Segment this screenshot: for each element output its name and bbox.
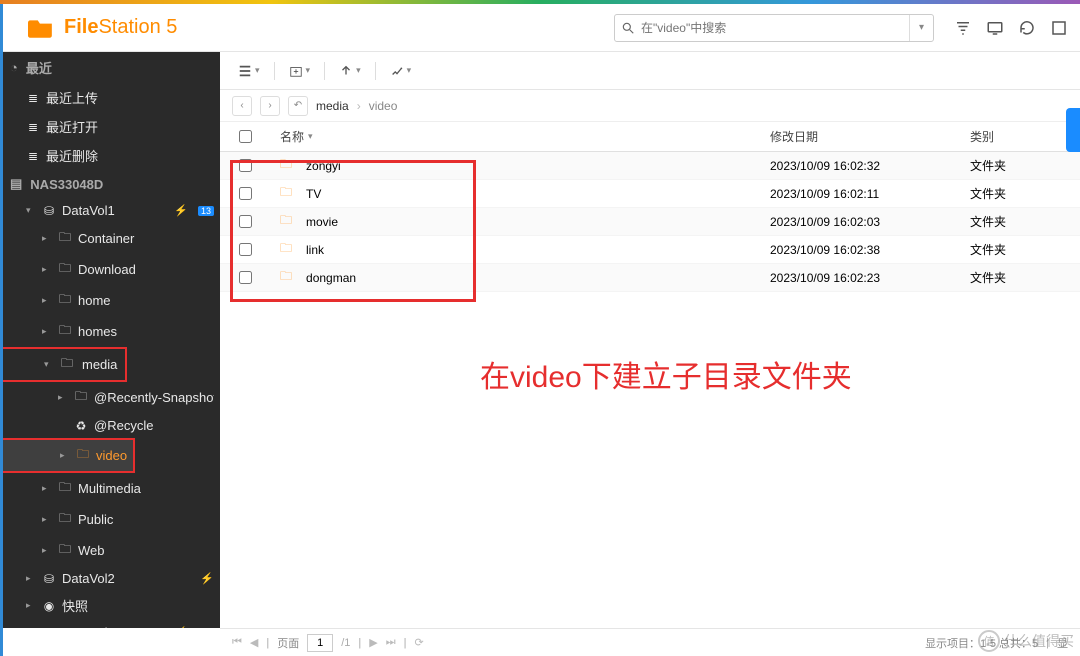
column-type[interactable]: 类别 (970, 128, 1080, 145)
file-name: movie (306, 215, 338, 229)
row-checkbox[interactable] (239, 271, 252, 284)
file-type: 文件夹 (970, 185, 1080, 202)
header-bar: FileStation 5 ▾ (0, 4, 1080, 52)
file-date: 2023/10/09 16:02:03 (770, 215, 970, 229)
file-type: 文件夹 (970, 269, 1080, 286)
search-input[interactable] (641, 21, 909, 35)
sidebar-item-homes[interactable]: ▸🗀homes (0, 316, 220, 347)
sidebar-item-home[interactable]: ▸🗀home (0, 285, 220, 316)
sidebar-item-recent-open[interactable]: ≣最近打开 (0, 112, 220, 141)
breadcrumb-root[interactable]: media (316, 99, 349, 113)
breadcrumb-current: video (369, 99, 398, 113)
file-type: 文件夹 (970, 213, 1080, 230)
row-checkbox[interactable] (239, 215, 252, 228)
select-all-checkbox[interactable] (239, 130, 252, 143)
table-row[interactable]: 🗀 dongman 2023/10/09 16:02:23 文件夹 (220, 264, 1080, 292)
sidebar-item-multimedia[interactable]: ▸🗀Multimedia (0, 473, 220, 504)
column-name[interactable]: 名称▾ (270, 128, 770, 145)
sidebar: ◔最近 ≣最近上传 ≣最近打开 ≣最近删除 ▤NAS33048D ▾⛁DataV… (0, 52, 220, 628)
page-next-button[interactable]: ▶ (369, 636, 377, 649)
window-left-accent (0, 4, 3, 656)
file-rows: 🗀 zongyi 2023/10/09 16:02:32 文件夹 🗀 TV 2023… (220, 152, 1080, 292)
column-date[interactable]: 修改日期 (770, 128, 970, 145)
table-row[interactable]: 🗀 TV 2023/10/09 16:02:11 文件夹 (220, 180, 1080, 208)
sidebar-item-public[interactable]: ▸🗀Public (0, 504, 220, 535)
sidebar-item-container[interactable]: ▸🗀Container (0, 223, 220, 254)
filter-icon[interactable] (954, 19, 972, 37)
folder-logo-icon (28, 17, 54, 39)
sidebar-item-datavol3[interactable]: ▸⛁DataVol3⚡13 (0, 620, 220, 628)
settings-icon[interactable] (1050, 19, 1068, 37)
file-date: 2023/10/09 16:02:38 (770, 243, 970, 257)
file-name: zongyi (306, 159, 341, 173)
folder-icon: 🗀 (280, 183, 292, 204)
page-input[interactable] (307, 634, 333, 652)
breadcrumb-bar: ‹ › ↶ media › video (220, 90, 1080, 122)
file-date: 2023/10/09 16:02:23 (770, 271, 970, 285)
sidebar-item-snapshot[interactable]: ▸◉快照 (0, 591, 220, 620)
side-panel-tab[interactable] (1066, 108, 1080, 152)
file-type: 文件夹 (970, 157, 1080, 174)
display-icon[interactable] (986, 19, 1004, 37)
page-refresh-button[interactable]: ⟳ (415, 636, 424, 649)
toolbar: ▾ ▾ ▾ ▾ (220, 52, 1080, 90)
row-checkbox[interactable] (239, 243, 252, 256)
sidebar-item-web[interactable]: ▸🗀Web (0, 535, 220, 566)
file-type: 文件夹 (970, 241, 1080, 258)
file-date: 2023/10/09 16:02:32 (770, 159, 970, 173)
sidebar-item-download[interactable]: ▸🗀Download (0, 254, 220, 285)
content-area: ▾ ▾ ▾ ▾ ‹ › ↶ media › video 名称▾ 修改日期 类别 … (220, 52, 1080, 628)
more-actions-button[interactable]: ▾ (384, 60, 418, 82)
view-mode-button[interactable]: ▾ (232, 60, 266, 82)
app-logo: FileStation 5 (28, 16, 177, 39)
file-name: TV (306, 187, 321, 201)
file-name: link (306, 243, 324, 257)
watermark-icon: 值 (978, 630, 1000, 652)
sidebar-item-recent-upload[interactable]: ≣最近上传 (0, 83, 220, 112)
sidebar-item-video[interactable]: ▸🗀video (0, 438, 135, 473)
page-label: 页面 (277, 635, 299, 651)
search-icon (615, 21, 641, 35)
watermark: 值 什么值得买 (978, 630, 1074, 652)
nav-back-button[interactable]: ‹ (232, 96, 252, 116)
footer-bar: ⏮ ◀ | 页面 /1 | ▶ ⏭ | ⟳ 显示项目：1-5 总共：5 | 显 (220, 628, 1080, 656)
sidebar-item-recently-snapshot[interactable]: ▸🗀@Recently-Snapshot (0, 382, 220, 413)
page-prev-button[interactable]: ◀ (250, 636, 258, 649)
sidebar-item-datavol1[interactable]: ▾⛁DataVol1⚡13 (0, 198, 220, 223)
folder-icon: 🗀 (280, 155, 292, 176)
folder-icon: 🗀 (280, 239, 292, 260)
table-row[interactable]: 🗀 link 2023/10/09 16:02:38 文件夹 (220, 236, 1080, 264)
table-row[interactable]: 🗀 movie 2023/10/09 16:02:03 文件夹 (220, 208, 1080, 236)
app-title: FileStation 5 (64, 16, 177, 39)
row-checkbox[interactable] (239, 159, 252, 172)
chevron-right-icon: › (357, 99, 361, 113)
annotation-text: 在video下建立子目录文件夹 (480, 352, 852, 396)
create-button[interactable]: ▾ (283, 60, 317, 82)
sidebar-group-nas: ▤NAS33048D (0, 170, 220, 198)
upload-button[interactable]: ▾ (333, 60, 367, 82)
nav-up-button[interactable]: ↶ (288, 96, 308, 116)
sidebar-item-recycle[interactable]: ♻@Recycle (0, 413, 220, 438)
search-dropdown[interactable]: ▾ (909, 15, 933, 41)
sidebar-item-recent-delete[interactable]: ≣最近删除 (0, 141, 220, 170)
page-first-button[interactable]: ⏮ (232, 636, 242, 649)
folder-icon: 🗀 (280, 267, 292, 288)
row-checkbox[interactable] (239, 187, 252, 200)
folder-icon: 🗀 (280, 211, 292, 232)
file-date: 2023/10/09 16:02:11 (770, 187, 970, 201)
table-row[interactable]: 🗀 zongyi 2023/10/09 16:02:32 文件夹 (220, 152, 1080, 180)
sidebar-item-media[interactable]: ▾🗀media (0, 347, 127, 382)
refresh-icon[interactable] (1018, 19, 1036, 37)
sidebar-group-recent: ◔最近 (0, 52, 220, 83)
table-header: 名称▾ 修改日期 类别 (220, 122, 1080, 152)
page-last-button[interactable]: ⏭ (386, 636, 396, 649)
search-box[interactable]: ▾ (614, 14, 934, 42)
sidebar-item-datavol2[interactable]: ▸⛁DataVol2⚡ (0, 566, 220, 591)
file-name: dongman (306, 271, 356, 285)
nav-forward-button[interactable]: › (260, 96, 280, 116)
